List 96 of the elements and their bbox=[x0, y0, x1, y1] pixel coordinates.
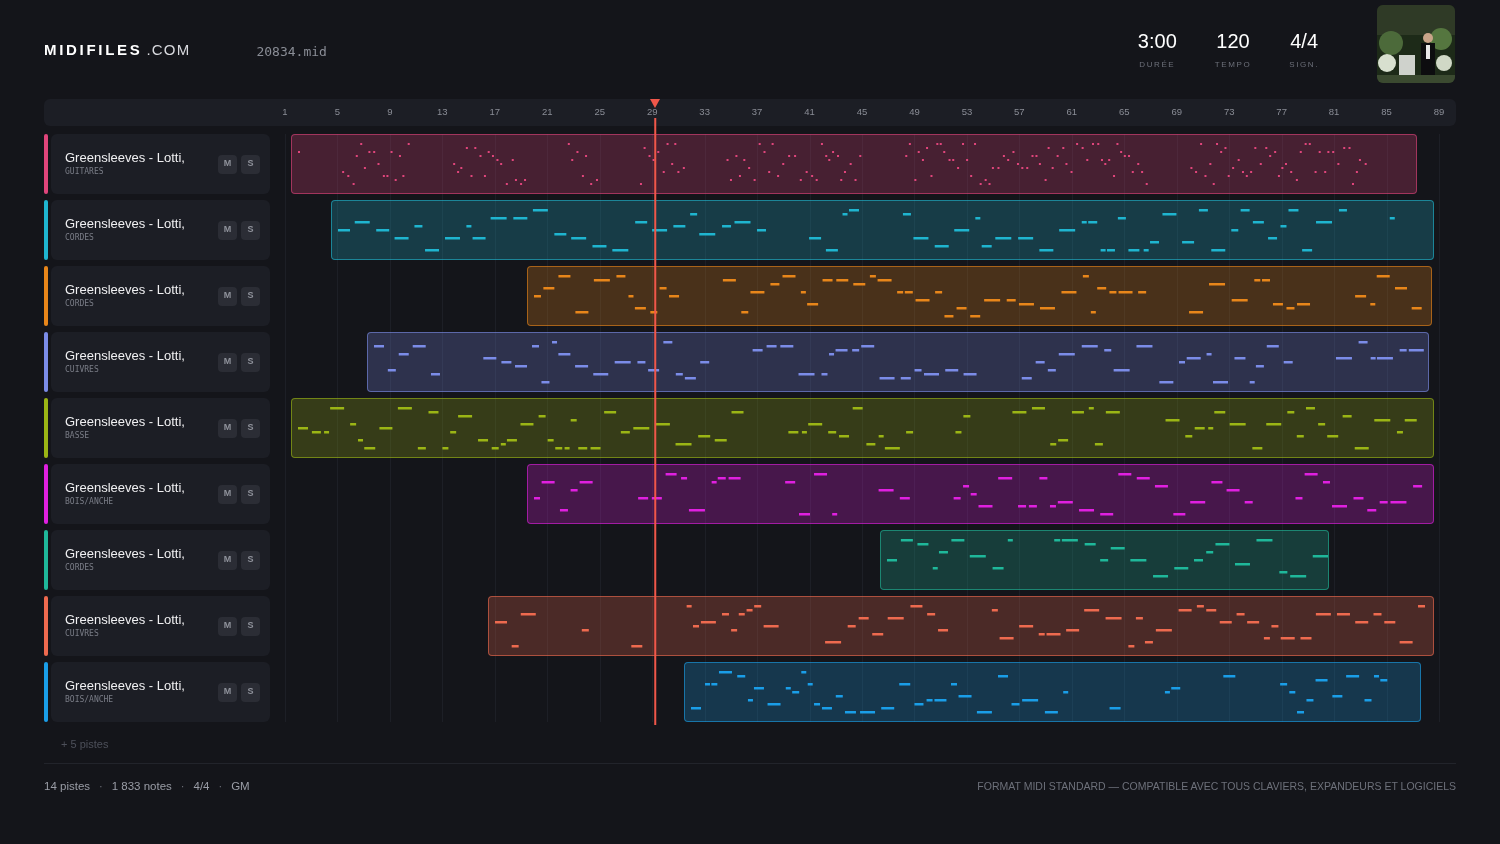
bar-number: 77 bbox=[1276, 105, 1287, 119]
solo-button[interactable]: S bbox=[241, 220, 260, 240]
mute-button[interactable]: M bbox=[218, 616, 237, 636]
bar-number: 5 bbox=[334, 105, 341, 119]
solo-button[interactable]: S bbox=[241, 484, 260, 504]
bar-number: 85 bbox=[1381, 105, 1392, 119]
playhead-handle[interactable] bbox=[650, 99, 661, 108]
bar-number: 61 bbox=[1066, 105, 1078, 119]
track-instrument: CUIVRES bbox=[65, 628, 100, 640]
track-instrument: GUITARES bbox=[65, 166, 105, 178]
stat-label: TEMPO bbox=[1214, 58, 1252, 71]
track-clip[interactable] bbox=[488, 596, 1434, 656]
bar-number: 33 bbox=[699, 105, 710, 119]
track-clip[interactable] bbox=[291, 134, 1417, 194]
solo-button[interactable]: S bbox=[241, 616, 260, 636]
brand-suffix: .COM bbox=[146, 40, 191, 61]
mute-button[interactable]: M bbox=[218, 352, 237, 372]
bar-number: 41 bbox=[804, 105, 815, 119]
separator-dot: · bbox=[99, 779, 103, 795]
bar-number: 21 bbox=[542, 105, 553, 119]
track-header[interactable]: Greensleeves - Lotti, GUITARES M S bbox=[51, 134, 270, 194]
track-header[interactable]: Greensleeves - Lotti, CORDES M S bbox=[51, 266, 270, 326]
track-name: Greensleeves - Lotti, bbox=[65, 150, 186, 166]
solo-button[interactable]: S bbox=[241, 550, 260, 570]
solo-button[interactable]: S bbox=[241, 352, 260, 372]
stat-value: 120 bbox=[1216, 28, 1250, 53]
track-header[interactable]: Greensleeves - Lotti, CUIVRES M S bbox=[51, 332, 270, 392]
solo-button[interactable]: S bbox=[241, 682, 260, 702]
track-clip[interactable] bbox=[331, 200, 1434, 260]
track-instrument: BOIS/ANCHE bbox=[65, 694, 115, 706]
separator-dot: · bbox=[180, 779, 185, 795]
track-clip[interactable] bbox=[527, 464, 1434, 524]
bar-number: 69 bbox=[1171, 105, 1183, 119]
footer-stat: 1 833 notes bbox=[111, 778, 172, 794]
bar-number: 65 bbox=[1119, 105, 1130, 119]
track-clip[interactable] bbox=[527, 266, 1432, 326]
bar-number: 57 bbox=[1014, 105, 1025, 119]
footer-stat: GM bbox=[231, 778, 250, 794]
track-header[interactable]: Greensleeves - Lotti, CUIVRES M S bbox=[51, 596, 270, 656]
bar-number: 25 bbox=[594, 105, 605, 119]
track-header[interactable]: Greensleeves - Lotti, BASSE M S bbox=[51, 398, 270, 458]
track-header[interactable]: Greensleeves - Lotti, CORDES M S bbox=[51, 530, 270, 590]
track-header[interactable]: Greensleeves - Lotti, CORDES M S bbox=[51, 200, 270, 260]
track-clip[interactable] bbox=[684, 662, 1421, 722]
track-clip[interactable] bbox=[291, 398, 1434, 458]
brand-logo: MIDIFILES bbox=[44, 40, 143, 61]
track-name: Greensleeves - Lotti, bbox=[65, 480, 186, 496]
track-name: Greensleeves - Lotti, bbox=[65, 216, 186, 232]
separator-dot: · bbox=[218, 779, 223, 795]
solo-button[interactable]: S bbox=[241, 154, 260, 174]
mute-button[interactable]: M bbox=[218, 550, 237, 570]
more-tracks-label: + 5 pistes bbox=[60, 737, 110, 752]
track-name: Greensleeves - Lotti, bbox=[65, 348, 186, 364]
track-name: Greensleeves - Lotti, bbox=[65, 678, 186, 694]
track-instrument: BASSE bbox=[65, 430, 91, 442]
bar-number: 53 bbox=[961, 105, 973, 119]
mute-button[interactable]: M bbox=[218, 220, 237, 240]
footer-stat: 14 pistes bbox=[44, 778, 91, 794]
stat-value: 3:00 bbox=[1137, 28, 1177, 53]
track-name: Greensleeves - Lotti, bbox=[65, 546, 186, 562]
track-clip[interactable] bbox=[367, 332, 1429, 392]
bar-number: 37 bbox=[751, 105, 763, 119]
track-instrument: BOIS/ANCHE bbox=[65, 496, 115, 508]
bar-number: 45 bbox=[856, 105, 868, 119]
track-instrument: CUIVRES bbox=[65, 364, 100, 376]
bar-number: 17 bbox=[489, 105, 501, 119]
track-name: Greensleeves - Lotti, bbox=[65, 612, 186, 628]
track-header[interactable]: Greensleeves - Lotti, BOIS/ANCHE M S bbox=[51, 662, 270, 722]
stat-value: 4/4 bbox=[1290, 28, 1318, 53]
footer-note: FORMAT MIDI STANDARD — COMPATIBLE AVEC TOUS CLAVIERS, EXPANDEURS ET LOGICIELS bbox=[977, 778, 1456, 794]
stat-label: SIGN. bbox=[1289, 58, 1319, 71]
track-instrument: CORDES bbox=[65, 298, 95, 310]
mute-button[interactable]: M bbox=[218, 682, 237, 702]
bar-number: 1 bbox=[282, 105, 288, 119]
track-clip[interactable] bbox=[880, 530, 1329, 590]
file-name: 20834.mid bbox=[256, 42, 327, 61]
solo-button[interactable]: S bbox=[241, 286, 260, 306]
bar-number: 89 bbox=[1433, 105, 1445, 119]
bar-number: 29 bbox=[646, 105, 658, 119]
bar-number: 73 bbox=[1223, 105, 1235, 119]
bar-number: 13 bbox=[437, 105, 448, 119]
bar-number: 49 bbox=[909, 105, 920, 119]
mute-button[interactable]: M bbox=[218, 286, 237, 306]
bar-number: 9 bbox=[387, 105, 393, 119]
solo-button[interactable]: S bbox=[241, 418, 260, 438]
footer-stat: 4/4 bbox=[193, 778, 210, 794]
track-instrument: CORDES bbox=[65, 562, 95, 574]
mute-button[interactable]: M bbox=[218, 484, 237, 504]
track-name: Greensleeves - Lotti, bbox=[65, 282, 186, 298]
track-header[interactable]: Greensleeves - Lotti, BOIS/ANCHE M S bbox=[51, 464, 270, 524]
track-instrument: CORDES bbox=[65, 232, 95, 244]
bar-number: 81 bbox=[1328, 105, 1340, 119]
stat-label: DURÉE bbox=[1139, 58, 1176, 71]
track-name: Greensleeves - Lotti, bbox=[65, 414, 186, 430]
mute-button[interactable]: M bbox=[218, 418, 237, 438]
mute-button[interactable]: M bbox=[218, 154, 237, 174]
